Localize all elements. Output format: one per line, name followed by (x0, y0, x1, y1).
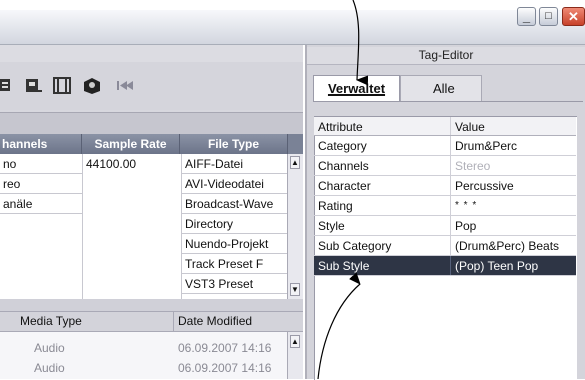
annotation-arrows (317, 0, 369, 379)
arrow-to-verwaltet-tab (352, 0, 369, 86)
arrow-to-sub-style-row (317, 272, 361, 379)
